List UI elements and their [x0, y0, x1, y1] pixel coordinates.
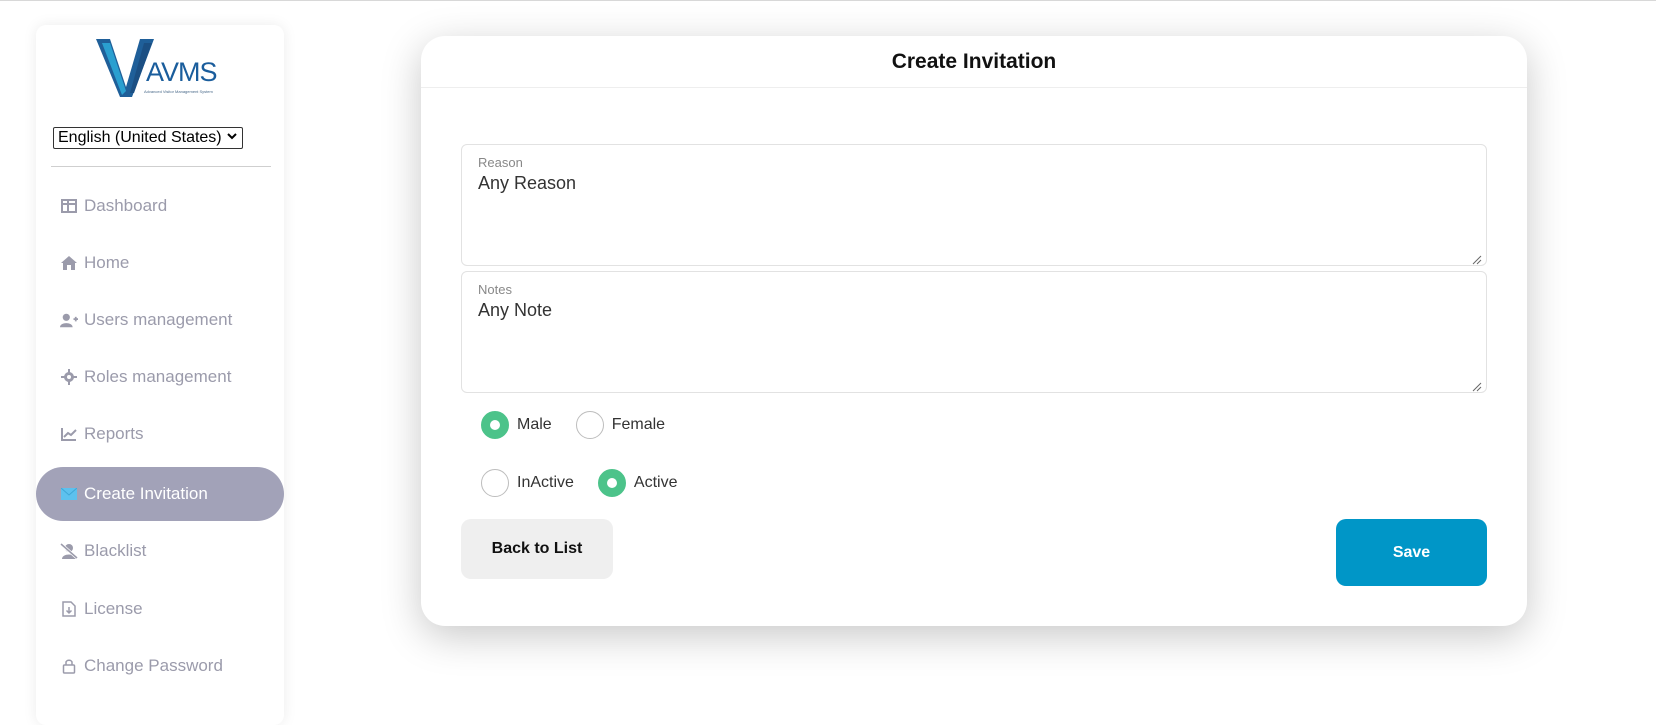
file-download-icon: [60, 600, 78, 618]
sidebar-divider: [51, 166, 271, 167]
resize-handle-icon[interactable]: [1472, 379, 1482, 392]
envelope-icon: [60, 485, 78, 503]
sidebar-item-reports[interactable]: Reports: [36, 407, 284, 461]
dashboard-icon: [60, 197, 78, 215]
radio-inactive[interactable]: InActive: [481, 469, 574, 497]
reason-field[interactable]: Reason Any Reason: [461, 144, 1487, 266]
notes-field[interactable]: Notes Any Note: [461, 271, 1487, 393]
top-border: [0, 0, 1656, 1]
sidebar-item-home[interactable]: Home: [36, 236, 284, 290]
sidebar-item-label: Blacklist: [84, 541, 147, 560]
save-button[interactable]: Save: [1336, 519, 1487, 586]
sidebar-item-dashboard[interactable]: Dashboard: [36, 179, 284, 233]
create-invitation-card: Create Invitation Reason Any Reason Note…: [421, 36, 1527, 626]
notes-value: Any Note: [478, 300, 553, 320]
sidebar-item-license[interactable]: License: [36, 582, 284, 636]
chart-line-icon: [60, 425, 78, 443]
radio-label: Male: [517, 416, 552, 433]
status-radio-group: InActive Active: [481, 469, 702, 497]
gender-radio-group: Male Female: [481, 411, 689, 439]
resize-handle-icon[interactable]: [1472, 252, 1482, 265]
radio-female[interactable]: Female: [575, 411, 666, 439]
sidebar-item-users-management[interactable]: Users management: [36, 293, 284, 347]
sidebar-item-blacklist[interactable]: Blacklist: [36, 524, 284, 578]
lock-icon: [60, 657, 78, 675]
gear-icon: [60, 368, 78, 386]
radio-circle[interactable]: [481, 469, 509, 497]
sidebar-item-label: Roles management: [84, 367, 232, 386]
chevron-down-icon: [226, 130, 238, 145]
sidebar-item-roles-management[interactable]: Roles management: [36, 350, 284, 404]
reason-value: Any Reason: [478, 173, 577, 193]
user-plus-icon: [60, 311, 78, 329]
radio-label: Female: [611, 416, 666, 433]
language-select[interactable]: English (United States): [53, 127, 243, 149]
sidebar-item-label: Change Password: [84, 656, 223, 675]
radio-circle-selected[interactable]: [481, 411, 509, 439]
sidebar-item-create-invitation[interactable]: Create Invitation: [36, 467, 284, 521]
logo-text: AVMS: [146, 57, 218, 87]
sidebar-item-change-password[interactable]: Change Password: [36, 639, 284, 693]
sidebar-item-label: Reports: [84, 424, 144, 443]
sidebar: AVMS Advanced Visitor Management System …: [36, 25, 284, 725]
language-select-value: English (United States): [58, 129, 222, 146]
radio-circle[interactable]: [575, 411, 604, 439]
logo-subtitle: Advanced Visitor Management System: [144, 89, 213, 94]
reason-label: Reason: [478, 155, 523, 170]
radio-active[interactable]: Active: [597, 469, 678, 497]
radio-label: Active: [633, 474, 678, 491]
sidebar-item-label: Home: [84, 253, 130, 272]
back-to-list-button[interactable]: Back to List: [461, 519, 613, 579]
user-slash-icon: [60, 542, 78, 560]
radio-circle-selected[interactable]: [597, 469, 626, 497]
sidebar-item-label: Dashboard: [84, 196, 168, 215]
notes-label: Notes: [478, 282, 512, 297]
radio-male[interactable]: Male: [481, 411, 552, 439]
sidebar-item-label: Users management: [84, 310, 233, 329]
radio-label: InActive: [517, 474, 574, 491]
sidebar-item-label: Create Invitation: [84, 484, 208, 503]
app-logo[interactable]: AVMS Advanced Visitor Management System: [96, 35, 224, 101]
page-title: Create Invitation: [421, 36, 1527, 88]
sidebar-item-label: License: [84, 599, 143, 618]
home-icon: [60, 254, 78, 272]
